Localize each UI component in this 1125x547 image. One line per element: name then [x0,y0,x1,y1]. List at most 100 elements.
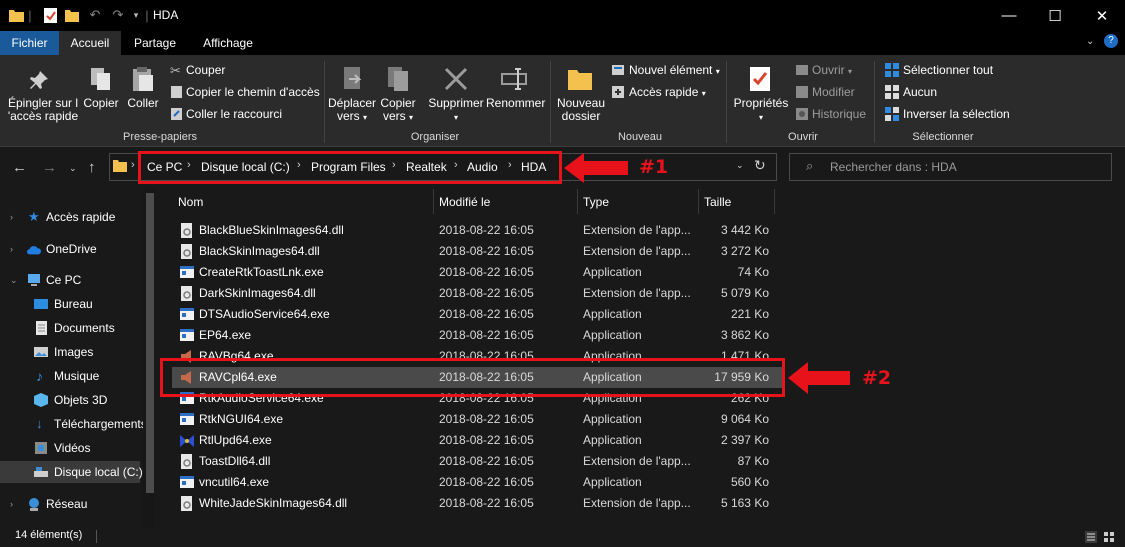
group-label-organiser: Organiser [410,131,460,143]
help-icon[interactable]: ? [1104,34,1118,48]
address-dropdown-chevron-icon[interactable]: ⌄ [736,160,744,171]
column-divider[interactable] [698,189,699,214]
chevron-right-icon[interactable]: › [10,238,13,260]
move-to-button[interactable]: Déplacer vers ▾ [327,97,377,124]
new-folder-icon[interactable] [64,7,80,23]
sidebar-item-videos[interactable]: Vidéos [0,437,140,459]
copy-button[interactable]: Copier [82,97,120,110]
tab-partage[interactable]: Partage [125,31,185,55]
chevron-right-icon[interactable]: › [10,493,13,515]
file-row[interactable]: vncutil64.exe 2018-08-22 16:05 Application… [172,472,782,493]
group-separator [324,61,325,143]
sidebar-item-label: Réseau [46,497,88,511]
file-name: CreateRtkToastLnk.exe [199,265,324,279]
copy-to-button[interactable]: Copier vers ▾ [376,97,420,124]
edit-button[interactable]: Modifier [812,86,855,99]
tab-accueil[interactable]: Accueil [59,31,121,55]
file-row[interactable]: BlackSkinImages64.dll 2018-08-22 16:05 Ext… [172,241,782,262]
cut-button[interactable]: Couper [186,64,225,77]
ribbon: Épingler sur l 'accès rapide Copier Coll… [0,55,1125,147]
sidebar-item-onedrive[interactable]: › OneDrive [0,238,140,260]
rename-button[interactable]: Renommer [486,97,545,110]
minimize-button[interactable]: — [986,0,1032,31]
dll-file-icon [181,454,192,469]
sidebar-item-acces-rapide[interactable]: › ★ Accès rapide [0,206,140,228]
file-row[interactable]: RtlUpd64.exe 2018-08-22 16:05 Application 2… [172,430,782,451]
file-row[interactable]: DTSAudioService64.exe 2018-08-22 16:05 App… [172,304,782,325]
open-button[interactable]: Ouvrir ▾ [812,64,852,78]
sidebar-item-musique[interactable]: ♪ Musique [0,365,140,387]
chevron-right-icon[interactable]: › [10,206,13,228]
file-size: 3 862 Ko [720,328,769,342]
column-header-modified[interactable]: Modifié le [439,195,490,209]
forward-arrow-icon[interactable]: → [42,159,57,176]
column-divider[interactable] [433,189,434,214]
select-none-button[interactable]: Aucun [903,86,937,99]
paste-button[interactable]: Coller [124,97,162,110]
application-icon [180,476,194,488]
sidebar-item-ce-pc[interactable]: ⌄ Ce PC [0,269,140,291]
search-placeholder[interactable]: Rechercher dans : HDA [830,160,957,174]
annotation-box-2 [160,358,785,397]
redo-icon[interactable]: ↷ [110,7,126,23]
refresh-icon[interactable]: ↻ [754,157,766,174]
properties-icon[interactable] [42,7,58,23]
up-arrow-icon[interactable]: ↑ [88,159,96,176]
recent-locations-chevron-icon[interactable]: ⌄ [69,163,77,174]
file-modified: 2018-08-22 16:05 [439,286,534,300]
file-row[interactable]: DarkSkinImages64.dll 2018-08-22 16:05 Exte… [172,283,782,304]
sidebar-item-bureau[interactable]: Bureau [0,293,140,315]
select-all-button[interactable]: Sélectionner tout [903,64,993,77]
sidebar-scrollbar-thumb[interactable] [146,193,154,493]
column-header-type[interactable]: Type [583,195,609,209]
delete-button[interactable]: Supprimer ▾ [428,97,484,124]
file-row[interactable]: CreateRtkToastLnk.exe 2018-08-22 16:05 App… [172,262,782,283]
sidebar-item-label: Disque local (C:) [54,465,143,479]
sidebar-item-reseau[interactable]: › Réseau [0,493,140,515]
copy-path-button[interactable]: Copier le chemin d'accès [186,86,320,99]
annotation-label-1: #1 [639,156,669,178]
sidebar-item-objets-3d[interactable]: Objets 3D [0,389,140,411]
copy-to-label-line2: vers [382,109,406,123]
new-item-button[interactable]: Nouvel élément ▾ [629,64,720,78]
column-header-size[interactable]: Taille [704,195,731,209]
undo-icon[interactable]: ↶ [87,7,103,23]
details-view-icon[interactable] [1085,531,1097,543]
close-button[interactable]: ✕ [1079,0,1125,31]
file-name: WhiteJadeSkinImages64.dll [199,496,348,510]
chevron-right-icon[interactable]: › [131,159,135,171]
sidebar-item-telechargements[interactable]: ↓ Téléchargements [0,413,147,435]
easy-access-button[interactable]: Accès rapide ▾ [629,86,706,100]
file-type: Extension de l'app... [583,286,691,300]
maximize-button[interactable]: ☐ [1032,0,1078,31]
large-icons-view-icon[interactable] [1103,531,1115,543]
tab-fichier[interactable]: Fichier [0,31,59,55]
select-all-icon [885,63,899,77]
pin-quick-access-button[interactable]: Épingler sur l 'accès rapide [6,97,80,123]
tab-affichage[interactable]: Affichage [192,31,264,55]
desktop-folder-icon [34,299,48,309]
column-header-name[interactable]: Nom [178,195,203,209]
file-row[interactable]: BlackBlueSkinImages64.dll 2018-08-22 16:0… [172,220,782,241]
invert-selection-button[interactable]: Inverser la sélection [903,108,1010,121]
separator-icon: | [28,7,32,23]
file-name: RtkNGUI64.exe [199,412,284,426]
properties-button[interactable]: Propriétés ▾ [732,97,790,124]
group-separator [550,61,551,143]
new-folder-button[interactable]: Nouveau dossier [555,97,607,123]
paste-shortcut-button[interactable]: Coller le raccourci [186,108,282,121]
sidebar-item-images[interactable]: Images [0,341,140,363]
sidebar-item-documents[interactable]: Documents [0,317,140,339]
column-divider[interactable] [774,189,775,214]
file-row[interactable]: WhiteJadeSkinImages64.dll 2018-08-22 16:0… [172,493,782,514]
collapse-ribbon-icon[interactable]: ⌄ [1086,36,1094,47]
back-arrow-icon[interactable]: ← [12,159,27,176]
column-divider[interactable] [577,189,578,214]
sidebar-item-disque-local[interactable]: Disque local (C:) [0,461,143,483]
file-row[interactable]: RtkNGUI64.exe 2018-08-22 16:05 Application… [172,409,782,430]
chevron-down-icon[interactable]: ⌄ [10,269,18,291]
file-row[interactable]: ToastDll64.dll 2018-08-22 16:05 Extension … [172,451,782,472]
history-button[interactable]: Historique [812,108,866,121]
status-bar [0,528,1125,547]
file-row[interactable]: EP64.exe 2018-08-22 16:05 Application 3 862… [172,325,782,346]
